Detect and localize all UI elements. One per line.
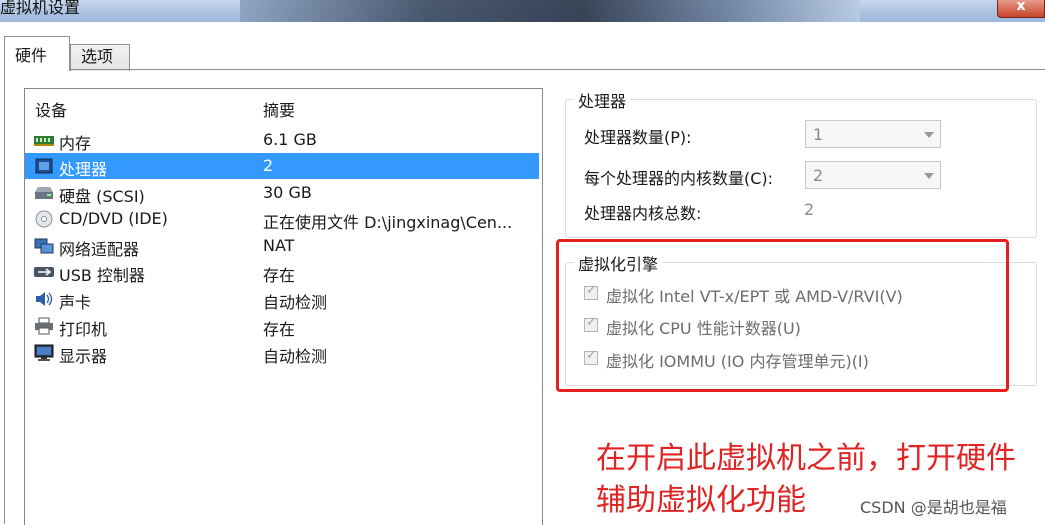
tab-divider: [70, 69, 1045, 70]
device-row-printer[interactable]: 打印机 存在: [25, 313, 539, 339]
tab-panel-border: [4, 70, 5, 524]
device-row-cd-dvd[interactable]: CD/DVD (IDE) 正在使用文件 D:\jingxinag\Cen...: [25, 206, 539, 232]
printer-icon: [35, 317, 53, 335]
speaker-icon: [36, 292, 53, 306]
device-row-sound-card[interactable]: 声卡 自动检测: [25, 286, 539, 312]
chevron-down-icon: [924, 173, 934, 179]
memory-icon: [34, 136, 54, 146]
device-row-network-adapter[interactable]: 网络适配器 NAT: [25, 233, 539, 259]
device-list[interactable]: 设备 摘要 内存 6.1 GB 处理器 2 硬盘 (SCSI) 30 GB CD…: [24, 88, 543, 525]
header-summary[interactable]: 摘要: [263, 97, 295, 121]
device-list-header: 设备 摘要: [25, 89, 542, 121]
device-summary: 6.1 GB: [263, 130, 317, 149]
device-row-monitor[interactable]: 显示器 自动检测: [25, 340, 539, 366]
device-summary: 自动检测: [263, 293, 328, 312]
device-row-usb[interactable]: USB 控制器 存在: [25, 259, 539, 285]
cores-per-processor-value: 2: [813, 166, 824, 185]
annotation-line-1: 在开启此虚拟机之前，打开硬件: [596, 441, 1016, 476]
monitor-icon: [34, 344, 54, 361]
device-name: 声卡: [59, 293, 92, 312]
close-button[interactable]: x: [997, 0, 1045, 18]
processor-group-legend: 处理器: [574, 88, 631, 112]
device-row-harddisk[interactable]: 硬盘 (SCSI) 30 GB: [25, 180, 539, 206]
usb-icon: [34, 267, 54, 277]
device-summary: 2: [263, 156, 274, 175]
processor-count-select[interactable]: 1: [805, 120, 941, 148]
device-name: USB 控制器: [59, 266, 145, 285]
harddisk-icon: [35, 187, 53, 199]
device-name: 内存: [59, 134, 92, 153]
cores-per-processor-select[interactable]: 2: [805, 161, 941, 189]
processor-count-value: 1: [813, 125, 824, 144]
watermark: CSDN @是胡也是福: [860, 498, 1007, 517]
total-cores-label: 处理器内核总数:: [584, 204, 702, 223]
device-summary: 存在: [263, 266, 296, 285]
device-row-processor[interactable]: 处理器 2: [25, 153, 539, 179]
network-adapter-icon: [34, 238, 54, 254]
close-icon: x: [1016, 0, 1026, 14]
device-summary: 存在: [263, 320, 296, 339]
device-name: 显示器: [59, 347, 108, 366]
device-name: 处理器: [59, 160, 108, 179]
device-summary: 自动检测: [263, 347, 328, 366]
device-summary: 正在使用文件 D:\jingxinag\Cen...: [263, 213, 513, 232]
title-bar-blur: [240, 0, 860, 22]
device-name: 打印机: [59, 320, 108, 339]
device-summary: 30 GB: [263, 183, 312, 202]
header-device[interactable]: 设备: [35, 97, 67, 121]
tab-options[interactable]: 选项: [70, 44, 130, 71]
cd-dvd-icon: [35, 210, 53, 228]
device-summary: NAT: [263, 236, 295, 255]
cores-per-processor-label: 每个处理器的内核数量(C):: [584, 169, 774, 188]
total-cores-value: 2: [804, 200, 815, 219]
annotation-line-2: 辅助虚拟化功能: [596, 483, 806, 518]
highlight-box: [556, 239, 1009, 392]
title-bar: 虚拟机设置 x: [0, 0, 1045, 22]
device-row-memory[interactable]: 内存 6.1 GB: [25, 127, 539, 153]
tab-hardware[interactable]: 硬件: [4, 36, 70, 71]
device-name: 网络适配器: [59, 240, 140, 259]
processor-icon: [35, 158, 53, 174]
window-title: 虚拟机设置: [0, 0, 81, 17]
device-name: CD/DVD (IDE): [59, 209, 168, 228]
processor-count-label: 处理器数量(P):: [584, 128, 692, 147]
chevron-down-icon: [924, 132, 934, 138]
device-name: 硬盘 (SCSI): [59, 187, 145, 206]
